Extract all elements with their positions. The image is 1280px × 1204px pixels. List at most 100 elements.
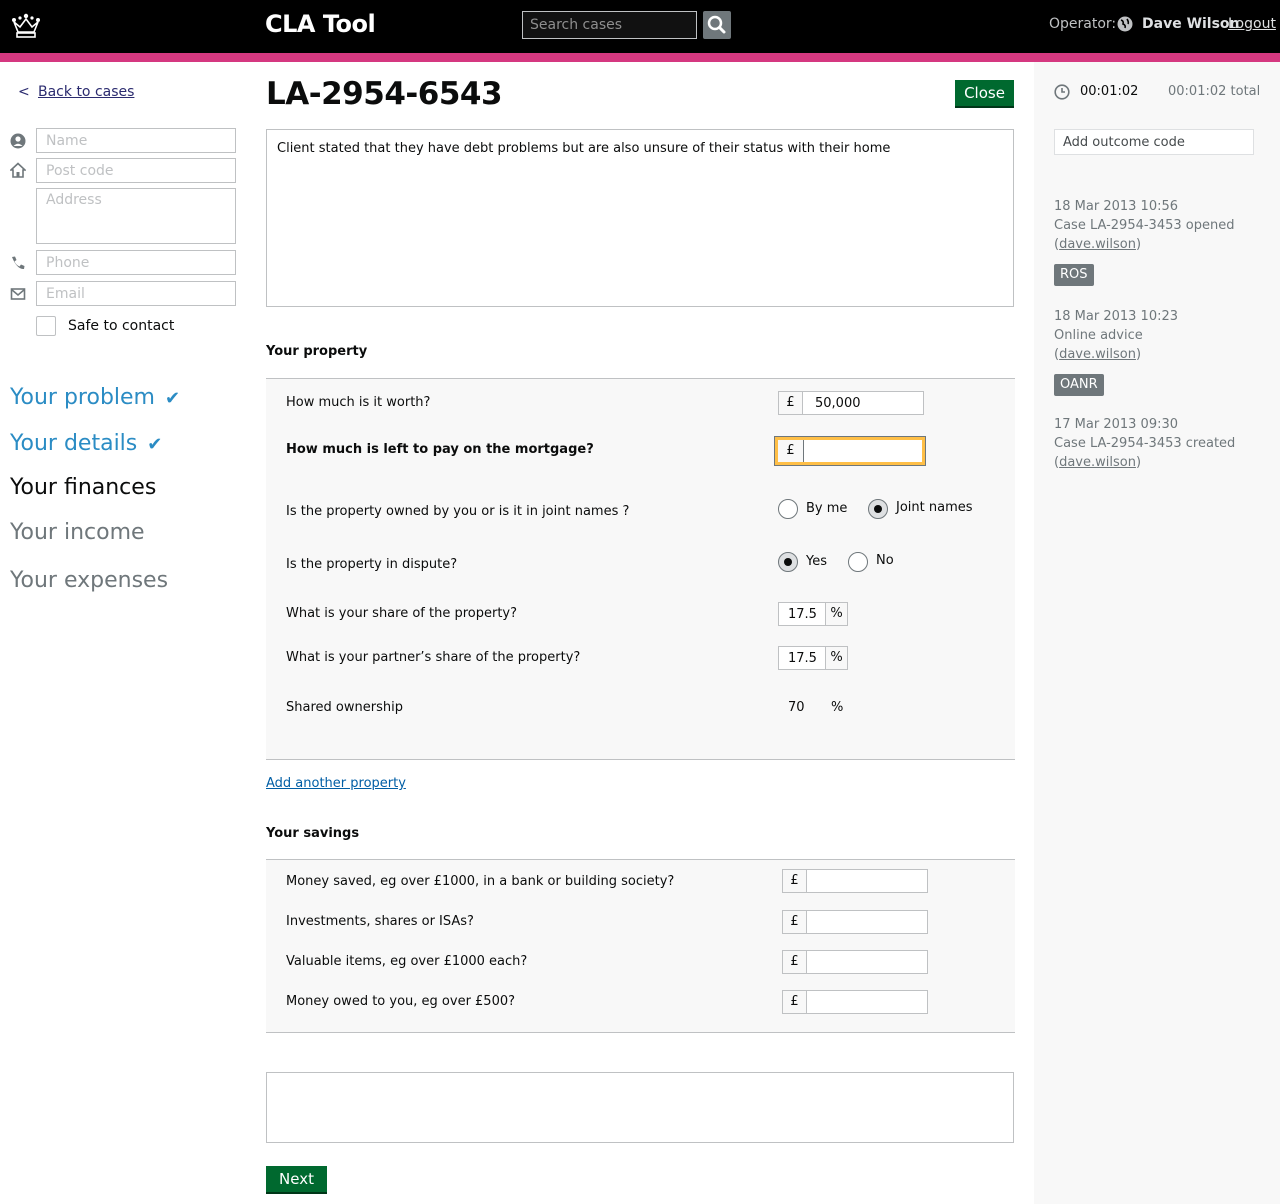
check-icon: ✔ [147,434,163,455]
property-heading: Your property [266,344,368,359]
log-text: Online advice [1054,328,1143,343]
clock-icon [1054,84,1070,100]
nav-step-label: Your details [10,431,138,456]
case-notes-textarea[interactable]: Client stated that they have debt proble… [266,129,1014,307]
envelope-icon [10,288,26,300]
accent-bar [0,53,1280,62]
money-owed-input[interactable]: £ [782,990,928,1014]
log-entry: 18 Mar 2013 10:56 Case LA-2954-3453 open… [1054,197,1254,254]
share-input[interactable]: 17.5 % [778,602,848,626]
add-another-property-link[interactable]: Add another property [266,776,406,791]
partner-share-value: 17.5 [788,651,817,666]
savings-question: Money saved, eg over £1000, in a bank or… [286,874,675,889]
nav-step-label: Your expenses [10,568,169,593]
postcode-field[interactable] [36,158,236,183]
timer-total: 00:01:02 total [1168,84,1261,99]
back-to-cases-link[interactable]: < Back to cases [18,84,134,100]
nav-step-label: Your finances [10,475,157,500]
joint-names-label: Joint names [896,500,973,515]
dispute-yes-radio[interactable] [778,552,798,572]
nav-step-your-details[interactable]: Your details ✔ [10,431,162,456]
nav-step-label: Your income [10,520,145,545]
partner-share-question: What is your partner’s share of the prop… [286,650,581,665]
currency-label: £ [778,440,804,462]
search-input[interactable] [522,11,697,39]
percent-sign: % [825,603,847,625]
close-button[interactable]: Close [955,80,1014,106]
crown-logo-icon [12,13,40,38]
dispute-no-radio[interactable] [848,552,868,572]
search-button[interactable] [703,11,731,39]
currency-label: £ [783,911,807,933]
mortgage-question: How much is left to pay on the mortgage? [286,442,594,457]
percent-sign: % [831,700,844,715]
nav-step-your-finances[interactable]: Your finances [10,475,156,500]
case-reference-title: LA-2954-6543 [266,76,503,112]
log-time: 18 Mar 2013 10:23 [1054,309,1179,324]
log-user-link[interactable]: dave.wilson [1059,455,1136,470]
worth-question: How much is it worth? [286,395,431,410]
back-link-label: Back to cases [38,84,135,100]
shared-ownership-label: Shared ownership [286,700,403,715]
name-field[interactable] [36,128,236,153]
phone-icon [12,256,25,270]
finance-notes-textarea[interactable] [266,1072,1014,1143]
investments-input[interactable]: £ [782,910,928,934]
joint-names-radio[interactable] [868,499,888,519]
money-saved-input[interactable]: £ [782,869,928,893]
savings-question: Money owed to you, eg over £500? [286,994,516,1009]
address-field[interactable] [36,188,236,244]
check-icon: ✔ [165,388,181,409]
nav-step-your-expenses[interactable]: Your expenses [10,568,168,593]
owned-by-me-label: By me [806,501,848,516]
savings-question: Valuable items, eg over £1000 each? [286,954,528,969]
ownership-question: Is the property owned by you or is it in… [286,504,630,519]
currency-label: £ [783,951,807,973]
email-field[interactable] [36,281,236,306]
worth-input[interactable]: £ 50,000 [778,391,924,415]
log-entry: 17 Mar 2013 09:30 Case LA-2954-3453 crea… [1054,415,1254,472]
chevron-left-icon: < [18,84,30,100]
dispute-question: Is the property in dispute? [286,557,458,572]
outcome-code-input[interactable] [1054,129,1254,155]
savings-heading: Your savings [266,826,360,841]
person-icon [10,133,26,149]
nav-step-your-problem[interactable]: Your problem ✔ [10,385,180,410]
valuables-input[interactable]: £ [782,950,928,974]
log-user-link[interactable]: dave.wilson [1059,237,1136,252]
log-text: Case LA-2954-3453 created [1054,436,1236,451]
worth-value: 50,000 [815,396,861,411]
next-button[interactable]: Next [266,1166,327,1192]
log-user-line: (dave.wilson) [1054,455,1142,470]
shared-ownership-value: 70 [788,700,805,715]
safe-to-contact-checkbox[interactable] [36,316,56,336]
percent-sign: % [825,647,847,669]
log-time: 17 Mar 2013 09:30 [1054,417,1179,432]
log-user-link[interactable]: dave.wilson [1059,347,1136,362]
currency-label: £ [783,870,807,892]
share-question: What is your share of the property? [286,606,518,621]
logout-link[interactable]: Logout [1228,16,1276,32]
partner-share-input[interactable]: 17.5 % [778,646,848,670]
currency-label: £ [783,991,807,1013]
timer-current: 00:01:02 [1080,84,1139,99]
currency-label: £ [779,392,803,414]
mortgage-input[interactable]: £ [774,436,926,466]
share-value: 17.5 [788,607,817,622]
phone-field[interactable] [36,250,236,275]
owned-by-me-radio[interactable] [778,499,798,519]
outcome-badge: ROS [1054,264,1094,286]
search-icon [707,15,726,34]
nav-step-label: Your problem [10,385,155,410]
operator-name: Dave Wilson [1142,16,1240,32]
log-entry: 18 Mar 2013 10:23 Online advice (dave.wi… [1054,307,1254,364]
outcome-badge: OANR [1054,374,1104,396]
app-title[interactable]: CLA Tool [265,10,376,38]
dispute-no-label: No [876,553,894,568]
dispute-yes-label: Yes [806,554,827,569]
nav-step-your-income[interactable]: Your income [10,520,145,545]
globe-icon [1117,16,1133,32]
log-text: Case LA-2954-3453 opened [1054,218,1235,233]
savings-question: Investments, shares or ISAs? [286,914,474,929]
log-user-line: (dave.wilson) [1054,237,1142,252]
